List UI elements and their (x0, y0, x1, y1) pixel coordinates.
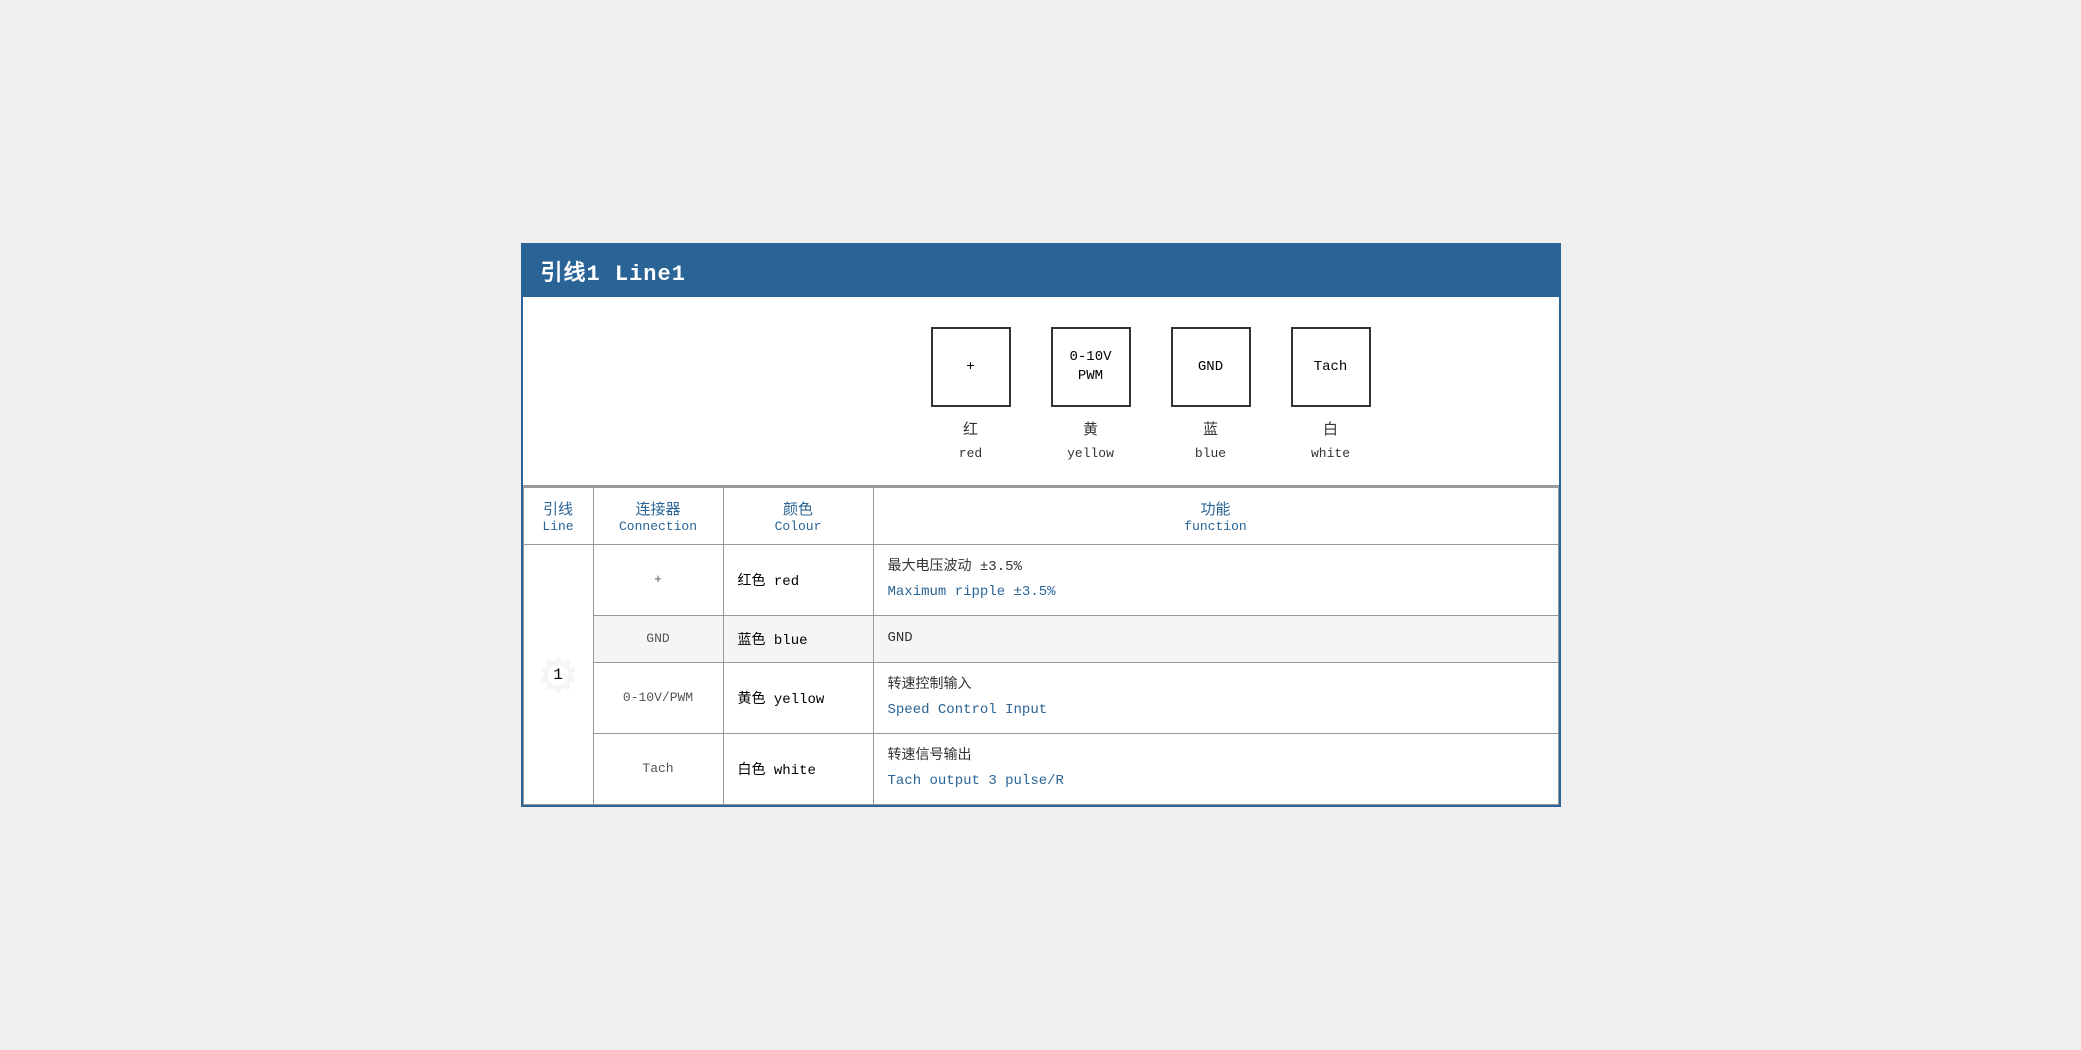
header-func-zh: 功能 (888, 498, 1544, 519)
header-color: 颜色 Colour (723, 488, 873, 545)
color-white: 白色 white (723, 733, 873, 804)
title-bar: 引线1 Line1 (523, 245, 1559, 297)
header-conn-zh: 连接器 (608, 498, 709, 519)
func-tach: 转速信号输出 Tach output 3 pulse/R (873, 733, 1558, 804)
table-row: Tach 白色 white 转速信号输出 Tach output 3 pulse… (523, 733, 1558, 804)
header-func: 功能 function (873, 488, 1558, 545)
diagram-inner: + 0-10VPWM GND Tach 红 red 黄 yellow 蓝 blu… (931, 327, 1371, 465)
conn-tach: Tach (593, 733, 723, 804)
page-title: 引线1 Line1 (541, 262, 686, 287)
header-func-en: function (888, 519, 1544, 534)
connector-label-yellow: 黄 yellow (1051, 419, 1131, 465)
connector-label-red: 红 red (931, 419, 1011, 465)
connector-box-pwm: 0-10VPWM (1051, 327, 1131, 407)
table-row: 1 ⚙ + 红色 red 最大电压波动 ±3.5% Maximum ripple… (523, 545, 1558, 616)
main-table: 引线 Line 连接器 Connection 颜色 Colour 功能 func… (523, 487, 1559, 805)
header-color-en: Colour (738, 519, 859, 534)
main-container: 引线1 Line1 + 0-10VPWM GND Tach 红 red 黄 ye… (521, 243, 1561, 808)
color-blue: 蓝色 blue (723, 616, 873, 662)
conn-pwm: 0-10V/PWM (593, 662, 723, 733)
color-red: 红色 red (723, 545, 873, 616)
header-line-en: Line (538, 519, 579, 534)
connector-en-yellow: yellow (1067, 446, 1114, 461)
connector-zh-red: 红 (963, 422, 978, 439)
table-row: GND 蓝色 blue GND (523, 616, 1558, 662)
header-color-zh: 颜色 (738, 498, 859, 519)
func-gnd: GND (873, 616, 1558, 662)
func-pwm: 转速控制输入 Speed Control Input (873, 662, 1558, 733)
connector-label-blue: 蓝 blue (1171, 419, 1251, 465)
diagram-section: + 0-10VPWM GND Tach 红 red 黄 yellow 蓝 blu… (523, 297, 1559, 487)
connector-box-gnd: GND (1171, 327, 1251, 407)
connector-label-white: 白 white (1291, 419, 1371, 465)
header-line: 引线 Line (523, 488, 593, 545)
connector-boxes: + 0-10VPWM GND Tach (931, 327, 1371, 407)
table-section: 引线 Line 连接器 Connection 颜色 Colour 功能 func… (523, 487, 1559, 805)
table-row: 0-10V/PWM 黄色 yellow 转速控制输入 Speed Control… (523, 662, 1558, 733)
header-conn: 连接器 Connection (593, 488, 723, 545)
connector-en-blue: blue (1195, 446, 1226, 461)
connector-box-plus: + (931, 327, 1011, 407)
connector-en-red: red (959, 446, 982, 461)
header-line-zh: 引线 (538, 498, 579, 519)
func-red: 最大电压波动 ±3.5% Maximum ripple ±3.5% (873, 545, 1558, 616)
color-yellow: 黄色 yellow (723, 662, 873, 733)
connector-box-tach: Tach (1291, 327, 1371, 407)
connector-en-white: white (1311, 446, 1350, 461)
header-conn-en: Connection (608, 519, 709, 534)
conn-gnd: GND (593, 616, 723, 662)
connector-zh-white: 白 (1323, 422, 1338, 439)
connector-zh-blue: 蓝 (1203, 422, 1218, 439)
table-header-row: 引线 Line 连接器 Connection 颜色 Colour 功能 func… (523, 488, 1558, 545)
conn-plus: + (593, 545, 723, 616)
connector-zh-yellow: 黄 (1083, 422, 1098, 439)
watermark-icon: ⚙ (540, 638, 576, 712)
connector-labels: 红 red 黄 yellow 蓝 blue 白 white (931, 419, 1371, 465)
line-number-1: 1 ⚙ (523, 545, 593, 805)
